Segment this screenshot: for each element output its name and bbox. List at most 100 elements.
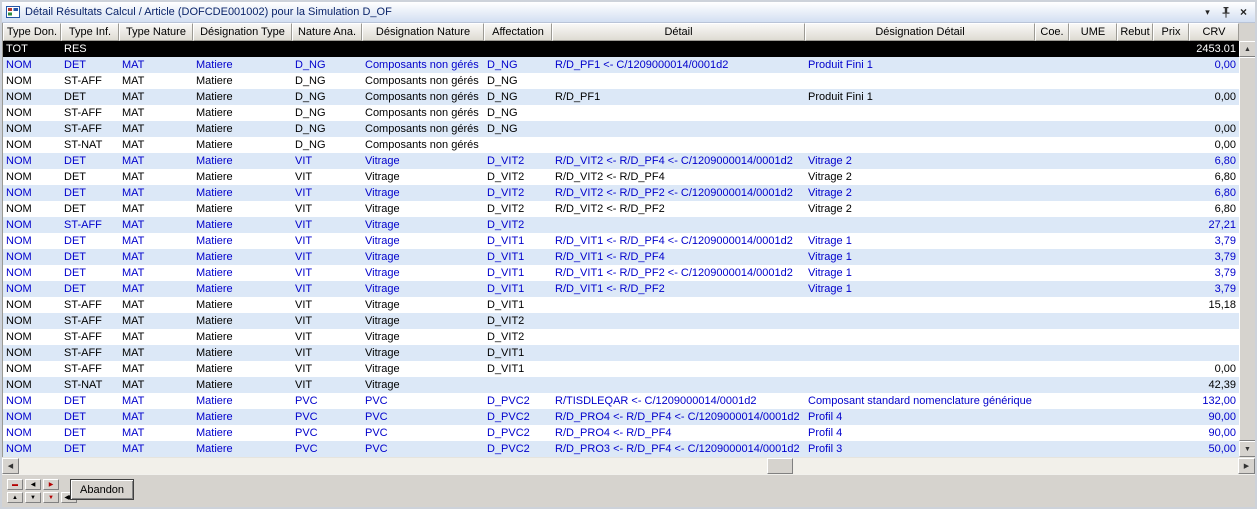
cell-type-inf: DET bbox=[61, 233, 119, 249]
cell-prix bbox=[1153, 105, 1189, 121]
table-row[interactable]: NOMDETMATMatierePVCPVCD_PVC2R/TISDLEQAR … bbox=[3, 393, 1239, 409]
column-header-crv[interactable]: CRV bbox=[1189, 23, 1239, 41]
cell-type-inf: DET bbox=[61, 153, 119, 169]
table-row[interactable]: NOMST-AFFMATMatiereD_NGComposants non gé… bbox=[3, 121, 1239, 137]
cell-ume bbox=[1069, 393, 1117, 409]
table-row[interactable]: NOMDETMATMatiereVITVitrageD_VIT2R/D_VIT2… bbox=[3, 185, 1239, 201]
table-row[interactable]: NOMDETMATMatiereD_NGComposants non gérés… bbox=[3, 89, 1239, 105]
table-row[interactable]: NOMDETMATMatiereVITVitrageD_VIT1R/D_VIT1… bbox=[3, 265, 1239, 281]
table-row[interactable]: NOMST-AFFMATMatiereVITVitrageD_VIT2 bbox=[3, 313, 1239, 329]
table-row[interactable]: NOMDETMATMatiereVITVitrageD_VIT2R/D_VIT2… bbox=[3, 201, 1239, 217]
table-row[interactable]: NOMDETMATMatiereVITVitrageD_VIT1R/D_VIT1… bbox=[3, 249, 1239, 265]
scroll-left-button[interactable]: ◀ bbox=[2, 458, 19, 474]
column-header-detail[interactable]: Détail bbox=[552, 23, 805, 41]
scroll-down-button[interactable]: ▼ bbox=[1239, 441, 1256, 457]
cell-type-inf: DET bbox=[61, 201, 119, 217]
tool-window: Détail Résultats Calcul / Article (DOFCD… bbox=[0, 0, 1257, 509]
column-header-type-inf[interactable]: Type Inf. bbox=[61, 23, 119, 41]
cell-designation-type: Matiere bbox=[193, 73, 292, 89]
column-header-rebut[interactable]: Rebut bbox=[1117, 23, 1153, 41]
last-marked-record-button[interactable]: ▼ bbox=[43, 492, 59, 503]
scroll-up-button[interactable]: ▲ bbox=[1239, 41, 1256, 57]
delete-record-button[interactable]: ▬ bbox=[7, 479, 23, 490]
table-row[interactable]: NOMST-AFFMATMatiereD_NGComposants non gé… bbox=[3, 73, 1239, 89]
column-header-type-nature[interactable]: Type Nature bbox=[119, 23, 193, 41]
cell-nature-ana: PVC bbox=[292, 409, 362, 425]
cell-rebut bbox=[1117, 169, 1153, 185]
scroll-right-button[interactable]: ▶ bbox=[1238, 458, 1255, 474]
column-header-designation-type[interactable]: Désignation Type bbox=[193, 23, 292, 41]
close-button[interactable]: × bbox=[1236, 5, 1251, 19]
cell-nature-ana: VIT bbox=[292, 329, 362, 345]
table-row[interactable]: NOMDETMATMatierePVCPVCD_PVC2R/D_PRO4 <- … bbox=[3, 425, 1239, 441]
cell-type-nature: MAT bbox=[119, 377, 193, 393]
cell-coe bbox=[1035, 377, 1069, 393]
first-record-button[interactable]: ▲ bbox=[7, 492, 23, 503]
table-row[interactable]: NOMDETMATMatiereVITVitrageD_VIT2R/D_VIT2… bbox=[3, 153, 1239, 169]
results-grid: Type Don.Type Inf.Type NatureDésignation… bbox=[2, 23, 1255, 457]
table-row[interactable]: NOMST-NATMATMatiereVITVitrage42,39 bbox=[3, 377, 1239, 393]
cell-ume bbox=[1069, 361, 1117, 377]
cell-designation-nature: Vitrage bbox=[362, 361, 484, 377]
cell-type-nature: MAT bbox=[119, 89, 193, 105]
table-row[interactable]: NOMDETMATMatierePVCPVCD_PVC2R/D_PRO4 <- … bbox=[3, 409, 1239, 425]
horizontal-scrollbar[interactable]: ◀ ▶ bbox=[2, 457, 1255, 474]
cell-designation-type: Matiere bbox=[193, 441, 292, 457]
column-header-type-don[interactable]: Type Don. bbox=[3, 23, 61, 41]
cell-designation-nature: Vitrage bbox=[362, 153, 484, 169]
table-row[interactable]: NOMDETMATMatiereVITVitrageD_VIT2R/D_VIT2… bbox=[3, 169, 1239, 185]
table-row[interactable]: NOMST-AFFMATMatiereVITVitrageD_VIT10,00 bbox=[3, 361, 1239, 377]
cell-type-don: NOM bbox=[3, 121, 61, 137]
table-row[interactable]: NOMST-AFFMATMatiereD_NGComposants non gé… bbox=[3, 105, 1239, 121]
cell-rebut bbox=[1117, 329, 1153, 345]
cell-prix bbox=[1153, 409, 1189, 425]
table-row[interactable]: NOMDETMATMatiereD_NGComposants non gérés… bbox=[3, 57, 1239, 73]
scroll-right-icon: ▶ bbox=[1244, 462, 1249, 470]
cell-type-inf: ST-AFF bbox=[61, 105, 119, 121]
next-record-button[interactable]: ▼ bbox=[25, 492, 41, 503]
column-header-designation-nature[interactable]: Désignation Nature bbox=[362, 23, 484, 41]
table-row[interactable]: NOMST-AFFMATMatiereVITVitrageD_VIT115,18 bbox=[3, 297, 1239, 313]
cell-type-nature: MAT bbox=[119, 233, 193, 249]
cell-type-nature bbox=[119, 41, 193, 57]
column-header-affectation[interactable]: Affectation bbox=[484, 23, 552, 41]
pin-button[interactable] bbox=[1218, 5, 1233, 19]
abandon-button[interactable]: Abandon bbox=[70, 479, 134, 500]
cell-prix bbox=[1153, 137, 1189, 153]
cell-designation-detail bbox=[805, 361, 1035, 377]
record-navigator: ▬◀▶ ▲▼▼◀▶ bbox=[7, 479, 77, 505]
table-row[interactable]: NOMST-AFFMATMatiereVITVitrageD_VIT227,21 bbox=[3, 217, 1239, 233]
column-header-prix[interactable]: Prix bbox=[1153, 23, 1189, 41]
cell-designation-type: Matiere bbox=[193, 377, 292, 393]
column-header-nature-ana[interactable]: Nature Ana. bbox=[292, 23, 362, 41]
vertical-scrollbar[interactable]: ▲ ▼ bbox=[1239, 41, 1256, 457]
table-row[interactable]: NOMDETMATMatierePVCPVCD_PVC2R/D_PRO3 <- … bbox=[3, 441, 1239, 457]
table-row[interactable]: NOMST-NATMATMatiereD_NGComposants non gé… bbox=[3, 137, 1239, 153]
table-row[interactable]: NOMDETMATMatiereVITVitrageD_VIT1R/D_VIT1… bbox=[3, 233, 1239, 249]
vertical-scroll-thumb[interactable] bbox=[1239, 57, 1256, 441]
table-row[interactable]: NOMST-AFFMATMatiereVITVitrageD_VIT2 bbox=[3, 329, 1239, 345]
menu-dropdown-button[interactable]: ▾ bbox=[1200, 5, 1215, 19]
table-row[interactable]: NOMDETMATMatiereVITVitrageD_VIT1R/D_VIT1… bbox=[3, 281, 1239, 297]
total-row[interactable]: TOTRES2453.01 bbox=[3, 41, 1239, 57]
cell-affectation: D_NG bbox=[484, 105, 552, 121]
cell-designation-nature bbox=[362, 41, 484, 57]
next-marked-record-button[interactable]: ▶ bbox=[43, 479, 59, 490]
column-header-coe[interactable]: Coe. bbox=[1035, 23, 1069, 41]
cell-type-don: NOM bbox=[3, 361, 61, 377]
cell-prix bbox=[1153, 73, 1189, 89]
horizontal-scroll-track[interactable] bbox=[19, 458, 1238, 474]
cell-designation-detail bbox=[805, 345, 1035, 361]
column-header-designation-detail[interactable]: Désignation Détail bbox=[805, 23, 1035, 41]
cell-coe bbox=[1035, 41, 1069, 57]
cell-nature-ana: VIT bbox=[292, 249, 362, 265]
cell-coe bbox=[1035, 425, 1069, 441]
cell-crv: 6,80 bbox=[1189, 185, 1239, 201]
previous-record-button[interactable]: ◀ bbox=[25, 479, 41, 490]
cell-designation-nature: Vitrage bbox=[362, 281, 484, 297]
cell-detail: R/D_VIT2 <- R/D_PF4 bbox=[552, 169, 805, 185]
horizontal-scroll-thumb[interactable] bbox=[767, 458, 793, 474]
cell-type-inf: DET bbox=[61, 281, 119, 297]
table-row[interactable]: NOMST-AFFMATMatiereVITVitrageD_VIT1 bbox=[3, 345, 1239, 361]
column-header-ume[interactable]: UME bbox=[1069, 23, 1117, 41]
